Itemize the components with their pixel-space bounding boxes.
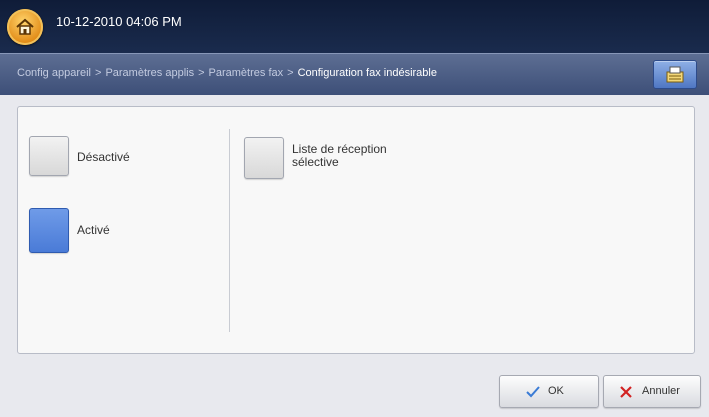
selective-reception-list-label-line2: sélective	[292, 155, 339, 169]
active-label: Activé	[77, 223, 110, 237]
selective-reception-list-label: Liste de réception sélective	[292, 143, 387, 169]
top-bar: 10-12-2010 04:06 PM	[0, 0, 709, 53]
home-icon	[16, 18, 34, 35]
breadcrumb: Config appareil > Paramètres applis > Paramè…	[0, 53, 709, 95]
breadcrumb-current: Configuration fax indésirable	[297, 67, 437, 79]
breadcrumb-separator: >	[198, 67, 205, 79]
desactive-label: Désactivé	[77, 150, 130, 164]
cancel-label: Annuler	[642, 385, 680, 397]
job-status-icon	[666, 66, 684, 83]
breadcrumb-separator: >	[95, 67, 102, 79]
desactive-option-button[interactable]	[29, 136, 69, 176]
breadcrumb-separator: >	[287, 67, 294, 79]
breadcrumb-item-applis: Paramètres applis	[105, 67, 195, 79]
home-button[interactable]	[7, 9, 43, 45]
check-icon	[526, 386, 540, 398]
cancel-button[interactable]: Annuler	[603, 375, 701, 408]
selective-reception-list-button[interactable]	[244, 137, 284, 179]
ok-label: OK	[548, 385, 564, 397]
active-option-button[interactable]	[29, 208, 69, 253]
close-icon	[620, 386, 632, 398]
job-status-button[interactable]	[653, 60, 697, 89]
ok-button[interactable]: OK	[499, 375, 599, 408]
breadcrumb-item-fax: Paramètres fax	[208, 67, 284, 79]
date-time: 10-12-2010 04:06 PM	[56, 14, 182, 29]
panel-divider	[229, 129, 230, 332]
breadcrumb-item-config: Config appareil	[17, 67, 91, 79]
